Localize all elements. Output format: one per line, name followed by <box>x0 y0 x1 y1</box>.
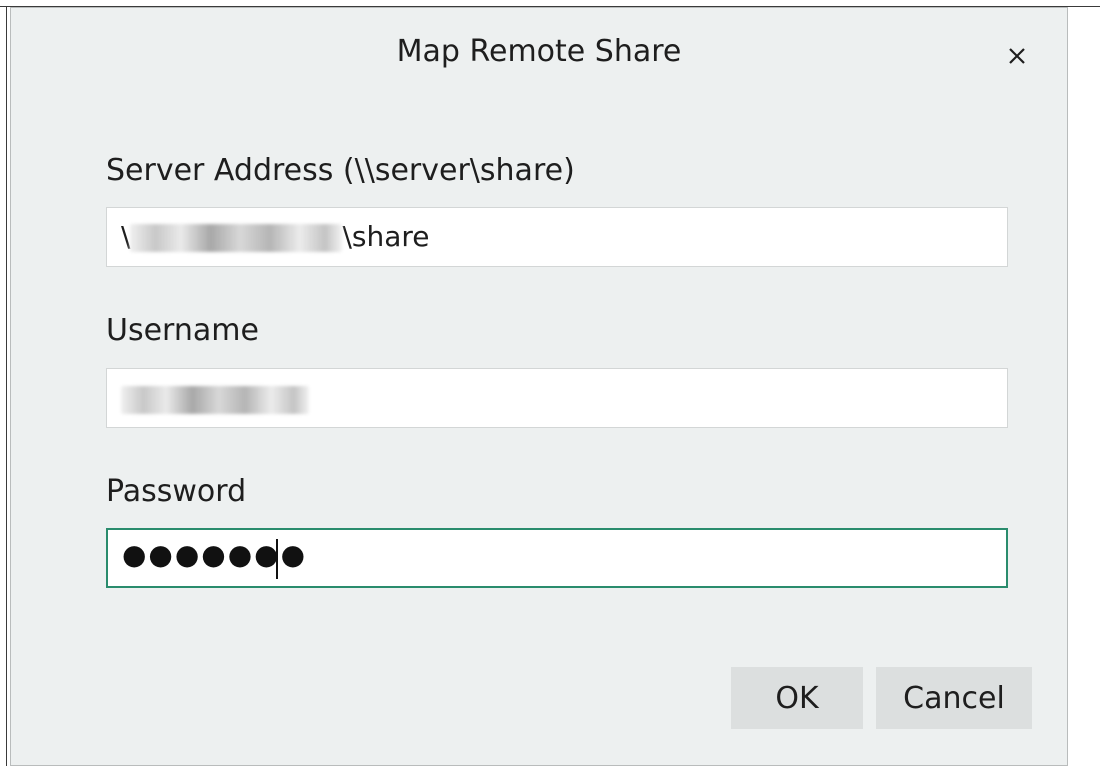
map-remote-share-dialog: Map Remote Share Server Address (\\serve… <box>10 7 1068 766</box>
server-address-input[interactable]: \ \share <box>106 207 1008 267</box>
dialog-title: Map Remote Share <box>396 34 682 69</box>
close-icon[interactable] <box>1001 40 1033 72</box>
redacted-server-name <box>130 224 343 252</box>
username-value <box>121 381 309 414</box>
password-input[interactable]: ●●●●●●● <box>106 528 1008 588</box>
server-address-suffix: \share <box>342 220 430 253</box>
username-input[interactable] <box>106 368 1008 428</box>
cancel-button[interactable]: Cancel <box>876 667 1032 729</box>
password-label: Password <box>106 474 247 509</box>
username-label: Username <box>106 313 259 348</box>
server-address-prefix: \ <box>121 220 131 253</box>
server-address-value: \ \share <box>121 220 430 253</box>
password-masked-value: ●●●●●●● <box>122 538 308 571</box>
screen-edge-left <box>6 6 7 766</box>
ok-button[interactable]: OK <box>731 667 863 729</box>
text-caret <box>276 539 278 579</box>
server-address-label: Server Address (\\server\share) <box>106 153 575 188</box>
redacted-username <box>121 386 309 414</box>
